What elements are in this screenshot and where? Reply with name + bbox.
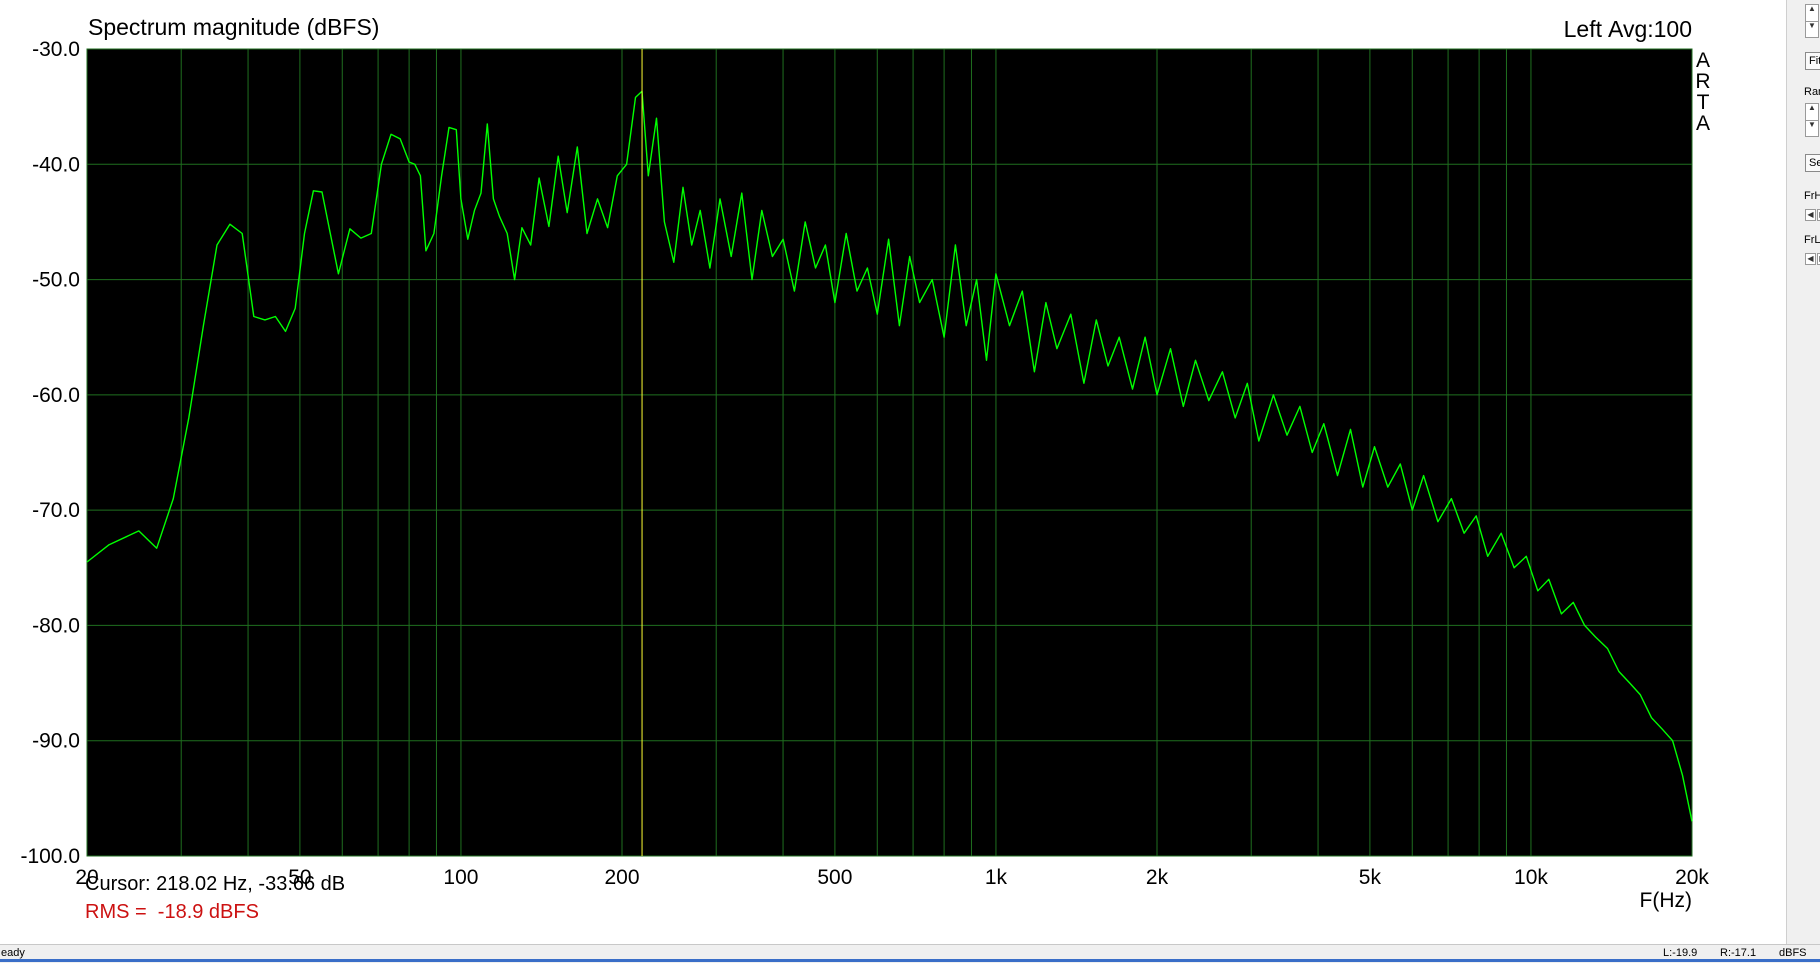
control-panel: ▲ ▼ Fit Rang ▲ ▼ Set FrHig ◀▶ FrLo ◀▶ xyxy=(1786,0,1820,944)
logo-letter: R xyxy=(1695,70,1711,93)
arta-vertical-logo: A R T A xyxy=(1694,50,1712,134)
chevron-left-icon[interactable]: ◀ xyxy=(1805,209,1816,221)
x-tick-label: 1k xyxy=(985,866,1008,889)
chevron-left-icon[interactable]: ◀ xyxy=(1805,253,1816,265)
logo-letter: A xyxy=(1695,49,1710,72)
x-tick-label: 5k xyxy=(1359,866,1382,889)
x-axis-label: F(Hz) xyxy=(1640,889,1692,912)
chevron-down-icon[interactable]: ▼ xyxy=(1806,120,1818,137)
y-tick-label: -100.0 xyxy=(20,845,80,868)
y-tick-label: -80.0 xyxy=(32,614,80,637)
frlow-label: FrLo xyxy=(1804,234,1820,246)
spectrum-chart[interactable]: -30.0 -40.0 -50.0 -60.0 -70.0 -80.0 -90.0 -100.… xyxy=(0,0,1786,944)
spectrum-chart-area: -30.0 -40.0 -50.0 -60.0 -70.0 -80.0 -90.0 -100.… xyxy=(0,0,1786,944)
x-tick-label: 20k xyxy=(1675,866,1709,889)
y-tick-label: -60.0 xyxy=(32,384,80,407)
top-spin-control[interactable]: ▲ ▼ xyxy=(1805,4,1819,38)
cursor-readout: Cursor: 218.02 Hz, -33.66 dB xyxy=(85,873,346,895)
arta-window: -30.0 -40.0 -50.0 -60.0 -70.0 -80.0 -90.0 -100.… xyxy=(0,0,1820,963)
frlow-arrows[interactable]: ◀▶ xyxy=(1805,253,1820,265)
x-tick-label: 100 xyxy=(443,866,478,889)
logo-letter: A xyxy=(1695,112,1710,135)
logo-letter: T xyxy=(1696,91,1710,114)
set-button[interactable]: Set xyxy=(1805,154,1820,172)
chevron-up-icon[interactable]: ▲ xyxy=(1806,5,1818,21)
x-tick-label: 500 xyxy=(817,866,852,889)
frhigh-arrows[interactable]: ◀▶ xyxy=(1805,209,1820,221)
y-tick-label: -90.0 xyxy=(32,730,80,753)
x-tick-label: 10k xyxy=(1514,866,1548,889)
rms-readout: RMS = -18.9 dBFS xyxy=(85,901,259,923)
plot-background[interactable] xyxy=(87,49,1692,856)
avg-label: Avg:100 xyxy=(1608,16,1692,42)
chevron-up-icon[interactable]: ▲ xyxy=(1806,104,1818,120)
chevron-down-icon[interactable]: ▼ xyxy=(1806,21,1818,38)
y-tick-label: -50.0 xyxy=(32,269,80,292)
x-tick-label: 2k xyxy=(1146,866,1169,889)
x-tick-label: 200 xyxy=(604,866,639,889)
channel-label: Left xyxy=(1564,16,1603,42)
chart-title: Spectrum magnitude (dBFS) xyxy=(88,14,379,40)
y-tick-label: -70.0 xyxy=(32,499,80,522)
range-spin-control[interactable]: ▲ ▼ xyxy=(1805,103,1819,137)
range-label: Rang xyxy=(1804,86,1820,98)
y-tick-label: -40.0 xyxy=(32,153,80,176)
fit-button[interactable]: Fit xyxy=(1805,52,1820,70)
y-tick-label: -30.0 xyxy=(32,38,80,61)
frhigh-label: FrHig xyxy=(1804,190,1820,202)
